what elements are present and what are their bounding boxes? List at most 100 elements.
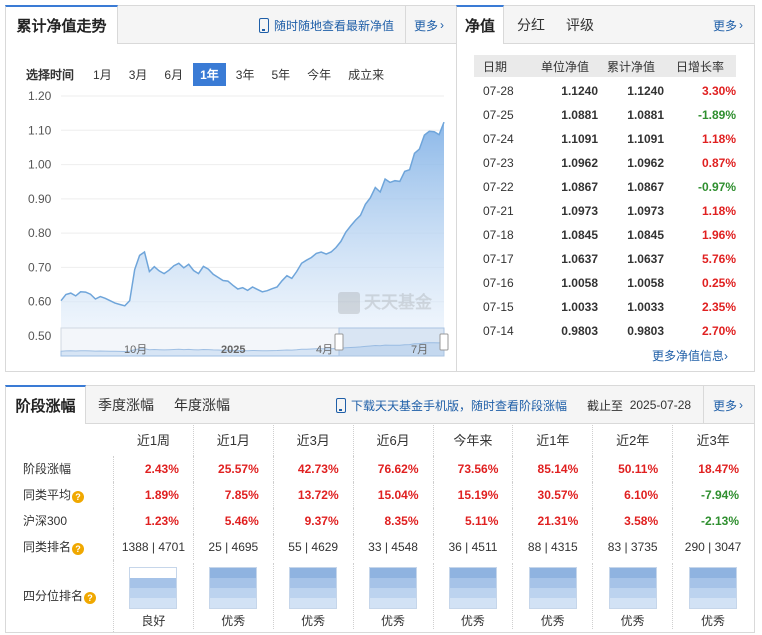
nav-growth: 2.35% xyxy=(701,300,736,314)
quartile-cell: 优秀 xyxy=(593,563,674,629)
chevron-right-icon: › xyxy=(739,398,744,412)
y-tick-label: 0.90 xyxy=(28,192,52,206)
stage-value: 18.47% xyxy=(698,462,739,476)
y-tick-label: 0.60 xyxy=(28,295,52,309)
stage-value: 5.46% xyxy=(194,508,274,534)
stage-value: 76.62% xyxy=(354,456,434,482)
nav-row: 07-24 1.1091 1.1091 1.18% xyxy=(474,127,736,151)
stage-col-header: 近6月 xyxy=(354,425,434,456)
more-nav-link[interactable]: 更多净值信息› xyxy=(652,347,728,364)
stage-value: 73.56% xyxy=(434,456,514,482)
quartile-rating: 优秀 xyxy=(381,614,406,628)
stage-value: 25 | 4695 xyxy=(194,534,274,560)
col-date: 日期 xyxy=(483,59,508,74)
range-navigator[interactable] xyxy=(60,327,449,357)
stage-row: 沪深300 1.23% 5.46% 9.37% 8.35% 5.11% 21.31% 3.58… xyxy=(7,508,753,534)
stage-col-header: 近1月 xyxy=(194,425,274,456)
quartile-rating: 优秀 xyxy=(301,614,326,628)
as-of-value: 2025-07-28 xyxy=(629,398,692,412)
nav-date: 07-28 xyxy=(483,84,514,98)
nav-unit: 1.0867 xyxy=(561,180,598,194)
y-tick-label: 0.70 xyxy=(28,260,52,274)
help-icon[interactable]: ? xyxy=(72,491,85,503)
quartile-bar xyxy=(129,567,178,609)
navigator-handle-right[interactable] xyxy=(439,333,449,351)
nav-date: 07-24 xyxy=(483,132,514,146)
nav-row: 07-14 0.9803 0.9803 2.70% xyxy=(474,319,736,343)
tab-dividend[interactable]: 分红 xyxy=(517,6,545,44)
chart-panel: 累计净值走势 随时随地查看最新净值 更多 › 选择时间 1月 3月 6月 1年 3年 5年 今年… xyxy=(5,5,457,372)
navigator-label: 7月 xyxy=(411,344,428,356)
stage-col-header: 近3年 xyxy=(696,433,730,448)
nav-unit: 1.0637 xyxy=(561,252,598,266)
stage-row-label: 同类平均? xyxy=(7,482,114,508)
navigator-label: 10月 xyxy=(124,344,147,356)
nav-unit: 0.9803 xyxy=(561,324,598,338)
nav-growth: 2.70% xyxy=(701,324,736,338)
phone-icon xyxy=(336,397,346,413)
nav-acc: 1.0973 xyxy=(627,204,664,218)
tab-quarterly-returns[interactable]: 季度涨幅 xyxy=(98,386,154,424)
stage-row: 同类排名? 1388 | 4701 25 | 4695 55 | 4629 33 | 4… xyxy=(7,534,753,560)
nav-row: 07-28 1.1240 1.1240 3.30% xyxy=(474,79,736,103)
help-icon[interactable]: ? xyxy=(84,592,97,604)
quartile-cell: 良好 xyxy=(114,563,194,629)
download-app-link[interactable]: 下载天天基金手机版，随时查看阶段涨幅 xyxy=(336,386,567,424)
stage-value: 50.11% xyxy=(593,456,674,482)
stage-more-link[interactable]: 更多 › xyxy=(713,386,743,424)
navigator-handle-left[interactable] xyxy=(334,333,344,351)
help-icon[interactable]: ? xyxy=(72,543,85,555)
stage-panel: 阶段涨幅 季度涨幅 年度涨幅 下载天天基金手机版，随时查看阶段涨幅 截止至 20… xyxy=(5,385,755,633)
header-divider xyxy=(703,386,704,424)
nav-date: 07-18 xyxy=(483,228,514,242)
quartile-rating: 良好 xyxy=(141,614,166,628)
tab-nav[interactable]: 净值 xyxy=(456,5,504,44)
stage-value: 1.89% xyxy=(114,482,194,508)
stage-value: 2.43% xyxy=(114,456,194,482)
stage-row-label-text: 同类排名 xyxy=(23,540,72,554)
nav-growth: 1.96% xyxy=(701,228,736,242)
nav-acc: 1.0033 xyxy=(627,300,664,314)
quartile-cell: 优秀 xyxy=(354,563,434,629)
quartile-cell: 优秀 xyxy=(434,563,514,629)
quartile-rating: 优秀 xyxy=(460,614,485,628)
tab-rating[interactable]: 评级 xyxy=(566,6,594,44)
stage-col-header: 近3月 xyxy=(274,425,354,456)
nav-panel-header: 净值 分红 评级 更多 › xyxy=(456,5,754,44)
nav-unit: 1.0845 xyxy=(561,228,598,242)
stage-value: 25.57% xyxy=(194,456,274,482)
nav-date: 07-21 xyxy=(483,204,514,218)
as-of-date: 截止至 2025-07-28 xyxy=(587,386,691,424)
chevron-right-icon: › xyxy=(739,18,744,32)
stage-value: 7.85% xyxy=(194,482,274,508)
more-nav-label: 更多净值信息 xyxy=(651,349,724,363)
quartile-rating: 优秀 xyxy=(540,614,565,628)
stage-value: 83 | 3735 xyxy=(593,534,674,560)
nav-more-link[interactable]: 更多 › xyxy=(713,6,743,44)
nav-acc: 1.1091 xyxy=(627,132,664,146)
stage-panel-header: 阶段涨幅 季度涨幅 年度涨幅 下载天天基金手机版，随时查看阶段涨幅 截止至 20… xyxy=(5,385,754,424)
nav-unit: 1.1240 xyxy=(561,84,598,98)
stage-value: 3.58% xyxy=(593,508,674,534)
stage-value: 36 | 4511 xyxy=(434,534,514,560)
stage-row-label: 沪深300 xyxy=(7,508,114,534)
svg-text:天天基金: 天天基金 xyxy=(364,292,433,313)
nav-row: 07-23 1.0962 1.0962 0.87% xyxy=(474,151,736,175)
nav-date: 07-23 xyxy=(483,156,514,170)
stage-value: 33 | 4548 xyxy=(354,534,434,560)
tab-stage-returns[interactable]: 阶段涨幅 xyxy=(5,385,86,424)
tab-annual-returns[interactable]: 年度涨幅 xyxy=(174,386,230,424)
nav-row: 07-22 1.0867 1.0867 -0.97% xyxy=(474,175,736,199)
stage-row-label-text: 阶段涨幅 xyxy=(23,462,72,476)
stage-value: -7.94% xyxy=(700,488,739,502)
quartile-bar xyxy=(448,567,497,609)
stage-value: 55 | 4629 xyxy=(274,534,354,560)
nav-growth: 0.87% xyxy=(701,156,736,170)
quartile-row-label: 四分位排名? xyxy=(7,560,114,632)
quartile-rating: 优秀 xyxy=(221,614,246,628)
stage-value: 85.14% xyxy=(513,456,594,482)
quartile-row: 四分位排名? 良好 优秀 优秀 优秀 优秀 优秀 优秀 优秀 xyxy=(7,560,753,632)
quartile-bar xyxy=(289,567,338,609)
y-tick-label: 1.20 xyxy=(28,89,52,103)
nav-table: 日期 单位净值 累计净值 日增长率 07-28 1.1240 1.1240 3.30%… xyxy=(474,55,736,343)
